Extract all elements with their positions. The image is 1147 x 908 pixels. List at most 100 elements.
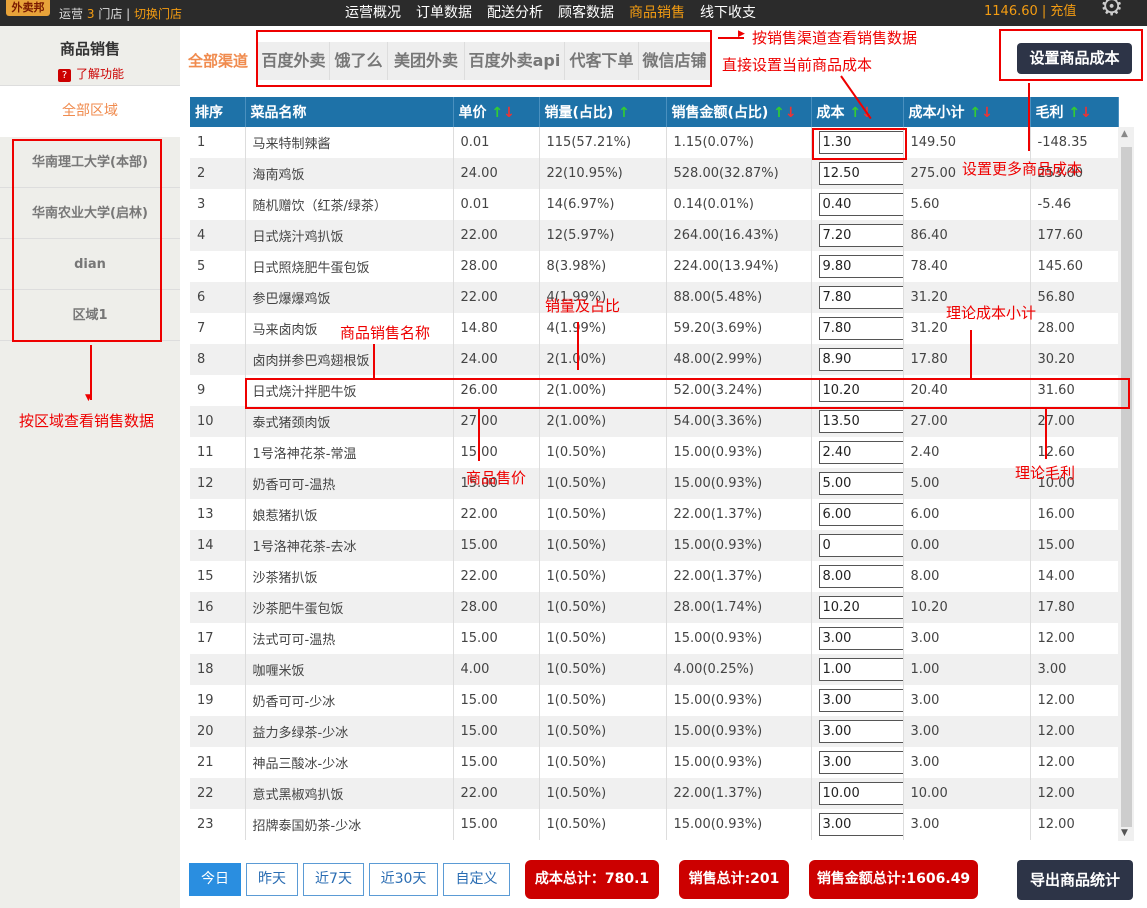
cell-cost-subtotal: 5.60: [903, 189, 1031, 220]
annotation-row-box: [245, 378, 1130, 409]
cost-input[interactable]: [818, 348, 902, 371]
cost-input[interactable]: [818, 782, 902, 805]
cell-cost: [811, 685, 904, 716]
cost-input[interactable]: [818, 689, 902, 712]
cost-input[interactable]: [818, 627, 902, 650]
nav-delivery[interactable]: 配送分析: [487, 2, 543, 22]
scroll-down-arrow-icon[interactable]: ▼: [1121, 828, 1128, 838]
cell-cost-subtotal: 3.00: [903, 747, 1031, 778]
cell-cost-subtotal: 17.80: [903, 344, 1031, 375]
date-30days-button[interactable]: 近30天: [369, 863, 438, 896]
col-quantity[interactable]: 销量(占比) ↑: [539, 97, 667, 127]
date-7days-button[interactable]: 近7天: [303, 863, 364, 896]
cell-amount: 15.00(0.93%): [666, 809, 812, 840]
cost-input[interactable]: [818, 658, 902, 681]
cell-amount: 15.00(0.93%): [666, 437, 812, 468]
tab-all-channels[interactable]: 全部渠道: [180, 42, 256, 80]
date-yesterday-button[interactable]: 昨天: [246, 863, 298, 896]
cell-rank: 5: [190, 251, 246, 282]
scrollbar-thumb[interactable]: [1121, 147, 1132, 827]
cost-input[interactable]: [818, 534, 902, 557]
cost-input[interactable]: [818, 596, 902, 619]
table-row: 21神品三酸冰-少冰15.001(0.50%)15.00(0.93%) 3.001…: [190, 747, 1119, 778]
date-custom-button[interactable]: 自定义: [443, 863, 510, 896]
cost-input[interactable]: [818, 317, 902, 340]
cell-rank: 23: [190, 809, 246, 840]
cell-gross-profit: 17.80: [1030, 592, 1119, 623]
date-today-button[interactable]: 今日: [189, 863, 241, 896]
col-price[interactable]: 单价 ↑↓: [453, 97, 540, 127]
cell-price: 0.01: [453, 127, 540, 158]
cell-quantity: 115(57.21%): [539, 127, 667, 158]
cell-cost: [811, 344, 904, 375]
cell-rank: 2: [190, 158, 246, 189]
cell-name: 益力多绿茶-少冰: [245, 716, 454, 747]
nav-offline[interactable]: 线下收支: [700, 2, 756, 22]
cost-input[interactable]: [818, 503, 902, 526]
cell-quantity: 1(0.50%): [539, 716, 667, 747]
cost-input[interactable]: [818, 255, 902, 278]
cell-amount: 22.00(1.37%): [666, 778, 812, 809]
cell-cost-subtotal: 3.00: [903, 809, 1031, 840]
cell-cost: [811, 561, 904, 592]
cell-cost-subtotal: 10.20: [903, 592, 1031, 623]
sort-up-icon: ↑: [1068, 105, 1081, 121]
cell-quantity: 1(0.50%): [539, 592, 667, 623]
help-link[interactable]: ? 了解功能: [58, 65, 124, 82]
col-amount[interactable]: 销售金额(占比) ↑↓: [666, 97, 812, 127]
cost-input[interactable]: [818, 162, 902, 185]
scroll-up-arrow-icon[interactable]: ▲: [1121, 129, 1128, 139]
nav-customers[interactable]: 顾客数据: [558, 2, 614, 22]
cell-amount: 15.00(0.93%): [666, 623, 812, 654]
cell-amount: 59.20(3.69%): [666, 313, 812, 344]
nav-product-sales[interactable]: 商品销售: [629, 2, 685, 22]
col-gross-profit[interactable]: 毛利 ↑↓: [1030, 97, 1119, 127]
page-title: 商品销售: [59, 40, 120, 58]
cell-quantity: 1(0.50%): [539, 778, 667, 809]
cell-cost: [811, 623, 904, 654]
cell-name: 泰式猪颈肉饭: [245, 406, 454, 437]
sort-down-icon: ↓: [503, 105, 515, 121]
nav-overview[interactable]: 运营概况: [345, 2, 401, 22]
nav-orders[interactable]: 订单数据: [416, 2, 472, 22]
cell-cost-subtotal: 6.00: [903, 499, 1031, 530]
cell-cost-subtotal: 0.00: [903, 530, 1031, 561]
cost-input[interactable]: [818, 565, 902, 588]
table-row: 16 沙茶肥牛蛋包饭 28.00 1(0.50%) 28.00(1.74%) 10.20 1…: [190, 592, 1119, 623]
cell-rank: 9: [190, 375, 246, 406]
cell-amount: 48.00(2.99%): [666, 344, 812, 375]
gear-icon[interactable]: ⚙: [1100, 0, 1123, 22]
cost-input[interactable]: [818, 813, 902, 836]
annotation-unit-price-text: 商品售价: [466, 469, 527, 487]
cell-price: 15.00: [453, 437, 540, 468]
cell-cost: [811, 592, 904, 623]
cost-input[interactable]: [818, 441, 902, 464]
cell-rank: 22: [190, 778, 246, 809]
question-icon: ?: [58, 69, 71, 82]
cost-input[interactable]: [818, 751, 902, 774]
annotation-channel-text: 按销售渠道查看销售数据: [752, 29, 918, 47]
sidebar-item-all-regions[interactable]: 全部区域: [0, 86, 180, 137]
arrow-right-icon: ▶: [738, 29, 745, 39]
cost-total-badge: 成本总计：780.1: [525, 860, 659, 899]
switch-shop-link[interactable]: 切换门店: [134, 7, 182, 21]
cost-input[interactable]: [818, 720, 902, 743]
cell-price: 15.00: [453, 623, 540, 654]
cost-input[interactable]: [818, 193, 902, 216]
cell-cost: [811, 406, 904, 437]
col-cost-subtotal[interactable]: 成本小计 ↑↓: [903, 97, 1031, 127]
cost-input[interactable]: [818, 410, 902, 433]
export-button[interactable]: 导出商品统计: [1017, 860, 1133, 900]
cell-rank: 6: [190, 282, 246, 313]
cost-input[interactable]: [818, 224, 902, 247]
cost-input[interactable]: [818, 286, 902, 309]
cell-quantity: 1(0.50%): [539, 685, 667, 716]
cell-gross-profit: -5.46: [1030, 189, 1119, 220]
cell-price: 28.00: [453, 592, 540, 623]
table-header-row: 排序 菜品名称 单价 ↑↓ 销量(占比) ↑ 销售金额(占比) ↑↓ 成本 ↑↓…: [190, 97, 1119, 127]
cell-rank: 8: [190, 344, 246, 375]
balance-recharge[interactable]: 1146.60 | 充值: [984, 0, 1076, 19]
cost-input[interactable]: [818, 472, 902, 495]
cell-gross-profit: 56.80: [1030, 282, 1119, 313]
cell-cost: [811, 251, 904, 282]
